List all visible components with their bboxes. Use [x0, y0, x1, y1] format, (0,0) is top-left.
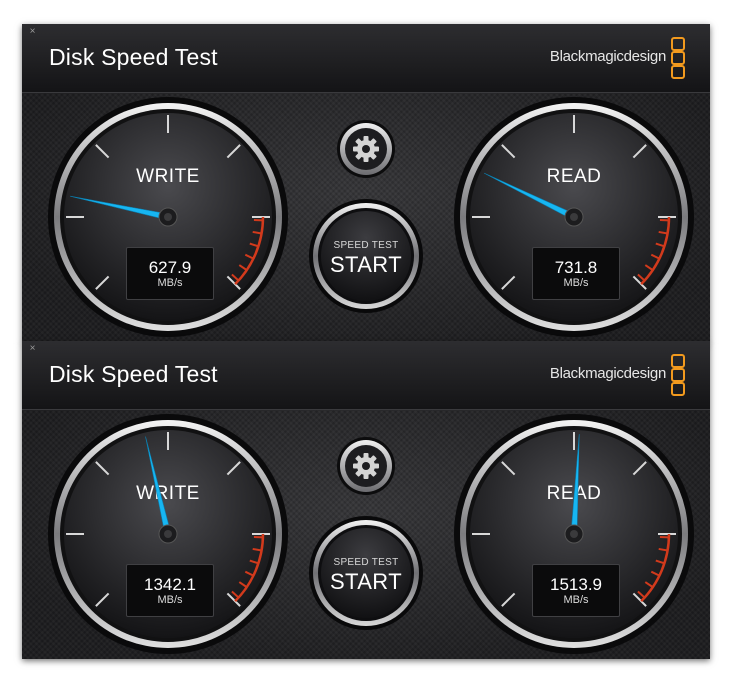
gauge-panel: WRITE 1342.1 MB/s SPEED TEST START READ …: [22, 410, 710, 659]
settings-gear-icon[interactable]: [336, 436, 396, 496]
blackmagic-logo-icon: [671, 37, 685, 79]
read-gauge: READ 731.8 MB/s: [450, 93, 698, 341]
start-caption: SPEED TEST: [333, 557, 399, 568]
start-caption: SPEED TEST: [333, 240, 399, 251]
close-icon[interactable]: ×: [28, 344, 37, 354]
app-title: Disk Speed Test: [49, 361, 218, 387]
close-icon[interactable]: ×: [28, 27, 37, 37]
start-label: START: [329, 252, 403, 277]
disk-speed-window: × Disk Speed Test Blackmagicdesign WRITE…: [22, 341, 710, 659]
brand-name: Blackmagicdesign: [549, 48, 666, 65]
disk-speed-window: × Disk Speed Test Blackmagicdesign WRITE…: [22, 24, 710, 342]
read-needle: [483, 172, 584, 227]
app-title: Disk Speed Test: [49, 44, 218, 70]
title-bar[interactable]: × Disk Speed Test Blackmagicdesign: [22, 24, 710, 93]
write-gauge: WRITE 1342.1 MB/s: [44, 410, 292, 658]
brand-name: Blackmagicdesign: [549, 365, 666, 382]
read-needle: [564, 434, 584, 544]
gauge-panel: WRITE 627.9 MB/s SPEED TEST START READ 7…: [22, 93, 710, 342]
write-needle: [70, 195, 178, 227]
blackmagic-logo-icon: [671, 354, 685, 396]
write-gauge: WRITE 627.9 MB/s: [44, 93, 292, 341]
start-button[interactable]: SPEED TEST START: [308, 198, 424, 314]
start-button[interactable]: SPEED TEST START: [308, 515, 424, 631]
settings-gear-icon[interactable]: [336, 119, 396, 179]
read-gauge: READ 1513.9 MB/s: [450, 410, 698, 658]
title-bar[interactable]: × Disk Speed Test Blackmagicdesign: [22, 341, 710, 410]
start-label: START: [329, 569, 403, 594]
write-needle: [145, 436, 178, 544]
